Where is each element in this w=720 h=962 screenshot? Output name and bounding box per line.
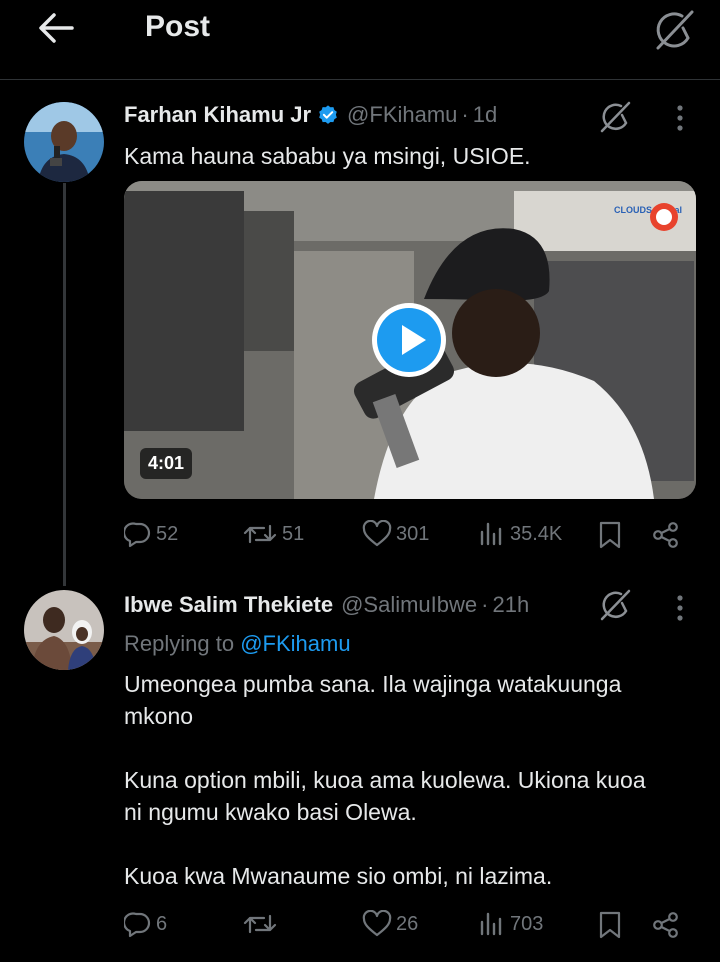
page-title: Post — [145, 10, 211, 43]
repost-button[interactable]: 51 — [242, 520, 304, 548]
avatar-image — [24, 102, 104, 182]
reply-text: Umeongea pumba sana. Ila wajinga watakuu… — [124, 668, 646, 892]
reply-line: mkono — [124, 703, 194, 729]
replying-to: Replying to @FKihamu — [124, 631, 351, 657]
avatar-image — [24, 590, 104, 670]
play-icon[interactable] — [370, 301, 448, 379]
reply-author-row: Ibwe Salim Thekiete @SalimuIbwe · 21h — [124, 592, 529, 618]
like-count: 26 — [396, 912, 419, 935]
reply-line: Kuoa kwa Mwanaume sio ombi, ni lazima. — [124, 863, 553, 889]
like-icon — [362, 520, 392, 547]
verified-badge-icon — [319, 105, 337, 124]
like-button[interactable]: 26 — [362, 910, 418, 938]
grok-icon[interactable] — [652, 8, 696, 52]
views-icon — [480, 522, 502, 546]
avatar[interactable] — [24, 590, 104, 670]
view-count: 703 — [510, 912, 544, 935]
timestamp[interactable]: 21h — [492, 592, 529, 618]
author-handle[interactable]: @SalimuIbwe — [341, 592, 477, 618]
views-button[interactable]: 35.4K — [478, 520, 562, 548]
more-icon[interactable] — [675, 594, 685, 622]
thread-connector — [63, 183, 66, 586]
bookmark-icon[interactable] — [597, 910, 623, 940]
more-icon[interactable] — [675, 104, 685, 132]
separator-dot: · — [461, 102, 469, 127]
timestamp[interactable]: 1d — [473, 102, 497, 128]
views-button[interactable]: 703 — [478, 910, 543, 938]
view-count: 35.4K — [510, 522, 563, 545]
top-bar: Post — [0, 0, 720, 80]
repost-count: 51 — [282, 522, 305, 545]
reply-button[interactable]: 6 — [124, 910, 167, 938]
repost-button[interactable] — [242, 910, 282, 938]
reply-line: Kuna option mbili, kuoa ama kuolewa. Uki… — [124, 767, 646, 793]
reply-button[interactable]: 52 — [124, 520, 178, 548]
reply-line: Umeongea pumba sana. Ila wajinga watakuu… — [124, 671, 622, 697]
like-button[interactable]: 301 — [362, 520, 429, 548]
reply-icon — [124, 912, 151, 938]
reply-count: 6 — [156, 912, 168, 935]
like-icon — [362, 910, 392, 937]
share-icon[interactable] — [652, 911, 680, 939]
author-name[interactable]: Ibwe Salim Thekiete — [124, 592, 333, 618]
replying-to-label: Replying to — [124, 631, 235, 656]
reply-icon — [124, 522, 151, 548]
replying-to-mention[interactable]: @FKihamu — [240, 631, 350, 656]
repost-icon — [243, 914, 277, 934]
separator-dot: · — [481, 592, 489, 617]
share-icon[interactable] — [652, 521, 680, 549]
tweet-actions: 52 51 301 35.4K — [124, 520, 684, 554]
like-count: 301 — [396, 522, 430, 545]
author-name[interactable]: Farhan Kihamu Jr — [124, 102, 311, 128]
reply-count: 52 — [156, 522, 179, 545]
avatar[interactable] — [24, 102, 104, 182]
author-handle[interactable]: @FKihamu — [347, 102, 457, 128]
bookmark-icon[interactable] — [597, 520, 623, 550]
video-player[interactable]: CLOUDS Digital 4:01 — [124, 181, 696, 499]
video-duration: 4:01 — [140, 448, 193, 479]
back-arrow-icon[interactable] — [36, 10, 76, 46]
grok-icon[interactable] — [598, 100, 632, 134]
repost-icon — [243, 524, 277, 544]
grok-icon[interactable] — [598, 588, 632, 622]
tweet-text: Kama hauna sababu ya msingi, USIOE. — [124, 143, 531, 169]
reply-line: ni ngumu kwako basi Olewa. — [124, 799, 417, 825]
reply-actions: 6 26 703 — [124, 910, 684, 944]
views-icon — [480, 912, 502, 936]
tweet-author-row: Farhan Kihamu Jr @FKihamu · 1d — [124, 102, 497, 128]
